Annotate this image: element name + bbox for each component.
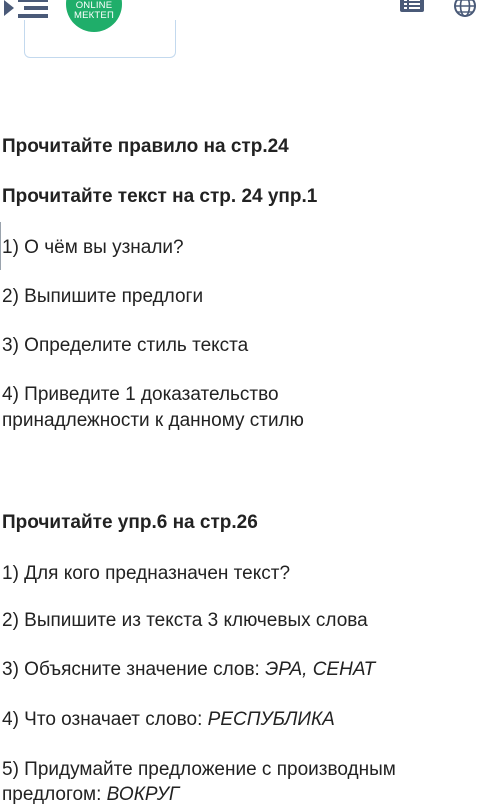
list-item-continued: предлогом: ВОКРУГ: [2, 782, 179, 807]
globe-icon[interactable]: [453, 0, 477, 18]
heading-rule: Прочитайте правило на стр.24: [2, 136, 289, 157]
list-item: 3) Объясните значение слов: ЭРА, СЕНАТ: [2, 657, 375, 682]
list-item: 5) Придумайте предложение с производным: [2, 759, 396, 780]
list-item-continued: принадлежности к данному стилю: [2, 410, 304, 431]
list-item: 3) Определите стиль текста: [2, 335, 249, 356]
dropdown-box[interactable]: [24, 20, 176, 58]
list-item: 2) Выпишите из текста 3 ключевых слова: [2, 610, 368, 631]
list-icon[interactable]: [400, 0, 424, 16]
question-text: 3) Объясните значение слов:: [2, 659, 266, 680]
top-bar: ONLINE МЕКТЕП: [0, 0, 500, 58]
menu-icon[interactable]: [0, 0, 50, 22]
list-item: 2) Выпишите предлоги: [2, 286, 204, 307]
heading-text-task: Прочитайте текст на стр. 24 упр.1: [2, 186, 318, 207]
keyword: ВОКРУГ: [106, 784, 180, 805]
list-item: 1) Для кого предназначен текст?: [2, 563, 291, 584]
keyword: РЕСПУБЛИКА: [207, 709, 335, 730]
text-cursor: [0, 222, 1, 270]
list-item: 4) Приведите 1 доказательство: [2, 384, 279, 405]
keywords: ЭРА, СЕНАТ: [265, 659, 376, 680]
list-item: 1) О чём вы узнали?: [2, 237, 184, 258]
heading-exercise-6: Прочитайте упр.6 на стр.26: [2, 512, 258, 533]
question-text: предлогом:: [2, 784, 107, 805]
question-text: 4) Что означает слово:: [2, 709, 208, 730]
list-item: 4) Что означает слово: РЕСПУБЛИКА: [2, 707, 335, 732]
